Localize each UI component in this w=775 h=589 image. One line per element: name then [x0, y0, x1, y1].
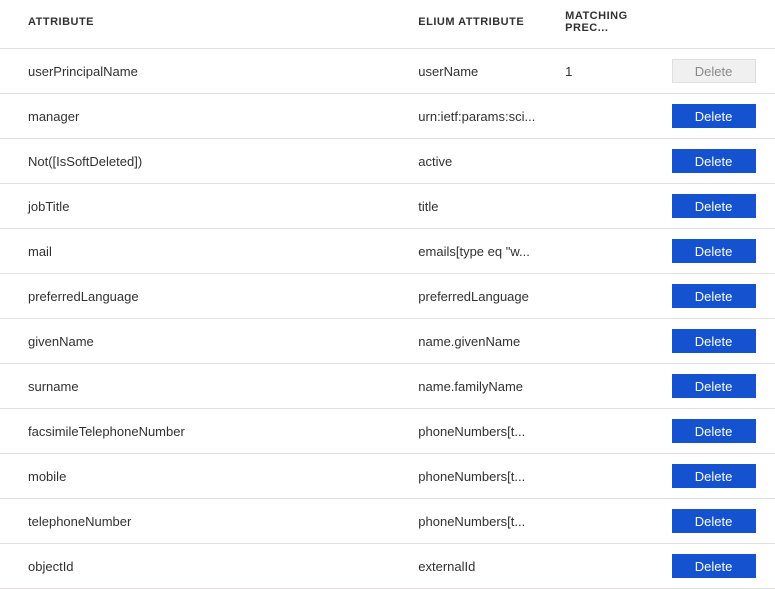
elium-attribute-cell: title	[410, 184, 557, 229]
matching-precedence-cell	[557, 319, 663, 364]
action-cell: Delete	[664, 364, 775, 409]
attribute-cell: objectId	[0, 544, 410, 589]
table-row[interactable]: Not([IsSoftDeleted])active Delete	[0, 139, 775, 184]
elium-attribute-cell: preferredLanguage	[410, 274, 557, 319]
elium-attribute-cell: name.familyName	[410, 364, 557, 409]
elium-attribute-cell: externalId	[410, 544, 557, 589]
delete-button[interactable]: Delete	[672, 509, 756, 533]
elium-attribute-cell: phoneNumbers[t...	[410, 499, 557, 544]
elium-attribute-cell: urn:ietf:params:sci...	[410, 94, 557, 139]
action-cell: Delete	[664, 274, 775, 319]
attribute-cell: preferredLanguage	[0, 274, 410, 319]
delete-button: Delete	[672, 59, 756, 83]
matching-precedence-cell	[557, 499, 663, 544]
table-row[interactable]: telephoneNumberphoneNumbers[t... Delete	[0, 499, 775, 544]
action-cell: Delete	[664, 139, 775, 184]
matching-precedence-cell	[557, 94, 663, 139]
attribute-cell: mail	[0, 229, 410, 274]
attribute-cell: jobTitle	[0, 184, 410, 229]
delete-button[interactable]: Delete	[672, 419, 756, 443]
table-row[interactable]: managerurn:ietf:params:sci... Delete	[0, 94, 775, 139]
action-cell: Delete	[664, 409, 775, 454]
table-row[interactable]: objectIdexternalId Delete	[0, 544, 775, 589]
elium-attribute-cell: emails[type eq "w...	[410, 229, 557, 274]
header-elium-attribute[interactable]: Elium Attribute	[410, 0, 557, 49]
delete-button[interactable]: Delete	[672, 284, 756, 308]
attribute-cell: manager	[0, 94, 410, 139]
matching-precedence-cell	[557, 454, 663, 499]
delete-button[interactable]: Delete	[672, 149, 756, 173]
action-cell: Delete	[664, 184, 775, 229]
action-cell: Delete	[664, 49, 775, 94]
elium-attribute-cell: active	[410, 139, 557, 184]
delete-button[interactable]: Delete	[672, 464, 756, 488]
elium-attribute-cell: userName	[410, 49, 557, 94]
matching-precedence-cell	[557, 229, 663, 274]
elium-attribute-cell: name.givenName	[410, 319, 557, 364]
table-row[interactable]: mailemails[type eq "w... Delete	[0, 229, 775, 274]
table-row[interactable]: mobilephoneNumbers[t... Delete	[0, 454, 775, 499]
header-attribute[interactable]: Attribute	[0, 0, 410, 49]
table-row[interactable]: facsimileTelephoneNumberphoneNumbers[t..…	[0, 409, 775, 454]
attribute-mapping-table: Attribute Elium Attribute Matching prec.…	[0, 0, 775, 589]
header-action	[664, 0, 775, 49]
header-matching-prec[interactable]: Matching prec...	[557, 0, 663, 49]
matching-precedence-cell: 1	[557, 49, 663, 94]
table-row[interactable]: surnamename.familyName Delete	[0, 364, 775, 409]
attribute-cell: givenName	[0, 319, 410, 364]
matching-precedence-cell	[557, 544, 663, 589]
delete-button[interactable]: Delete	[672, 239, 756, 263]
matching-precedence-cell	[557, 274, 663, 319]
matching-precedence-cell	[557, 139, 663, 184]
delete-button[interactable]: Delete	[672, 329, 756, 353]
attribute-cell: facsimileTelephoneNumber	[0, 409, 410, 454]
action-cell: Delete	[664, 499, 775, 544]
table-row[interactable]: userPrincipalNameuserName1 Delete	[0, 49, 775, 94]
action-cell: Delete	[664, 94, 775, 139]
attribute-cell: telephoneNumber	[0, 499, 410, 544]
table-row[interactable]: givenNamename.givenName Delete	[0, 319, 775, 364]
matching-precedence-cell	[557, 364, 663, 409]
action-cell: Delete	[664, 454, 775, 499]
table-row[interactable]: preferredLanguagepreferredLanguage Delete	[0, 274, 775, 319]
delete-button[interactable]: Delete	[672, 554, 756, 578]
matching-precedence-cell	[557, 184, 663, 229]
delete-button[interactable]: Delete	[672, 374, 756, 398]
action-cell: Delete	[664, 319, 775, 364]
table-row[interactable]: jobTitletitle Delete	[0, 184, 775, 229]
elium-attribute-cell: phoneNumbers[t...	[410, 409, 557, 454]
delete-button[interactable]: Delete	[672, 104, 756, 128]
matching-precedence-cell	[557, 409, 663, 454]
attribute-cell: surname	[0, 364, 410, 409]
delete-button[interactable]: Delete	[672, 194, 756, 218]
action-cell: Delete	[664, 544, 775, 589]
action-cell: Delete	[664, 229, 775, 274]
elium-attribute-cell: phoneNumbers[t...	[410, 454, 557, 499]
attribute-cell: Not([IsSoftDeleted])	[0, 139, 410, 184]
attribute-cell: userPrincipalName	[0, 49, 410, 94]
attribute-cell: mobile	[0, 454, 410, 499]
